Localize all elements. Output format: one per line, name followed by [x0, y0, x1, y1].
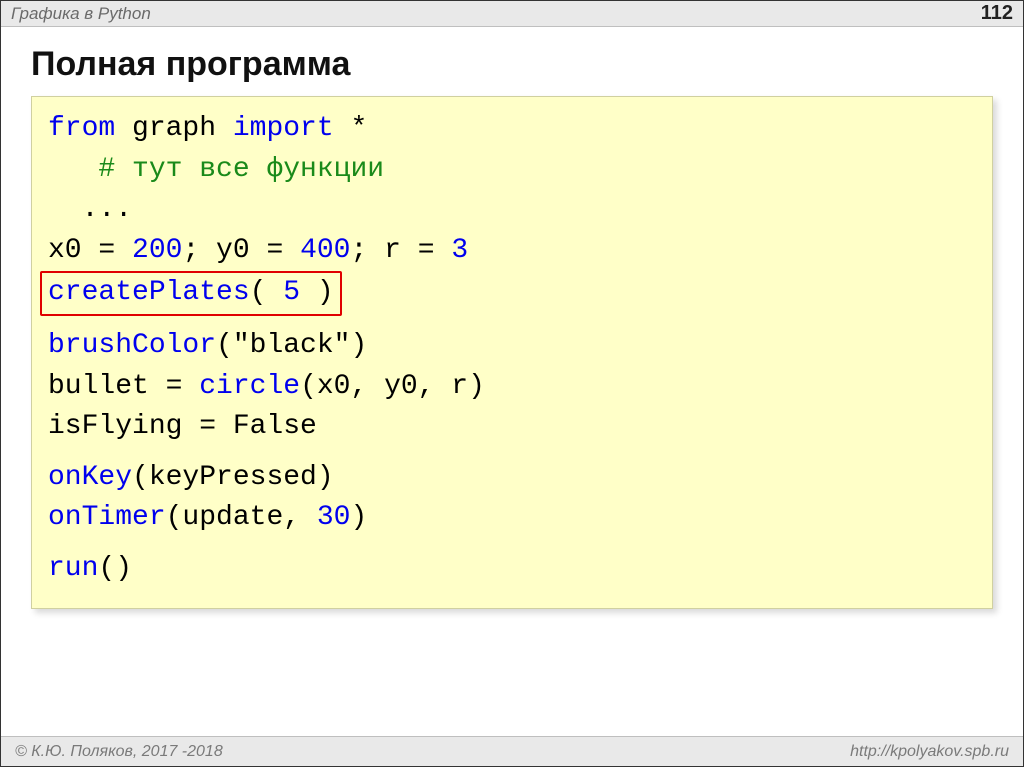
code-text: ()	[98, 553, 132, 584]
code-gap	[48, 316, 976, 326]
breadcrumb: Графика в Python	[11, 4, 151, 24]
header-bar: Графика в Python 112	[1, 1, 1023, 27]
code-text: x0 =	[48, 235, 132, 266]
code-number: 200	[132, 235, 182, 266]
content-area: Полная программа from graph import * # т…	[1, 27, 1023, 736]
code-ellipsis: ...	[82, 194, 132, 225]
footer-url: http://kpolyakov.spb.ru	[850, 743, 1009, 761]
code-gap	[48, 448, 976, 458]
page-number: 112	[981, 2, 1013, 25]
code-text: (keyPressed)	[132, 462, 334, 493]
code-text: (x0, y0, r)	[300, 371, 485, 402]
code-comment: # тут все функции	[98, 154, 384, 185]
code-text: isFlying = False	[48, 411, 317, 442]
slide: Графика в Python 112 Полная программа fr…	[0, 0, 1024, 767]
code-gap	[48, 539, 976, 549]
code-number: 3	[451, 235, 468, 266]
code-number: 30	[317, 502, 351, 533]
fn-onKey: onKey	[48, 462, 132, 493]
code-text: )	[350, 502, 367, 533]
fn-run: run	[48, 553, 98, 584]
fn-brushColor: brushColor	[48, 330, 216, 361]
keyword-from: from	[48, 113, 115, 144]
copyright: © К.Ю. Поляков, 2017 -2018	[15, 743, 223, 761]
code-indent	[48, 154, 98, 185]
code-text: (update,	[166, 502, 317, 533]
code-indent	[48, 194, 82, 225]
highlighted-line: createPlates( 5 )	[40, 271, 342, 316]
fn-onTimer: onTimer	[48, 502, 166, 533]
code-block: from graph import * # тут все функции ..…	[31, 96, 993, 609]
page-title: Полная программа	[31, 45, 993, 84]
code-text: graph	[115, 113, 233, 144]
code-number: 5	[283, 277, 300, 308]
code-text: )	[300, 277, 334, 308]
code-text: (	[250, 277, 284, 308]
code-text: ; y0 =	[182, 235, 300, 266]
code-text: *	[334, 113, 368, 144]
code-text: bullet =	[48, 371, 199, 402]
code-text: ; r =	[350, 235, 451, 266]
fn-createPlates: createPlates	[48, 277, 250, 308]
code-text: ("black")	[216, 330, 367, 361]
keyword-import: import	[233, 113, 334, 144]
fn-circle: circle	[199, 371, 300, 402]
code-number: 400	[300, 235, 350, 266]
footer-bar: © К.Ю. Поляков, 2017 -2018 http://kpolya…	[1, 736, 1023, 766]
